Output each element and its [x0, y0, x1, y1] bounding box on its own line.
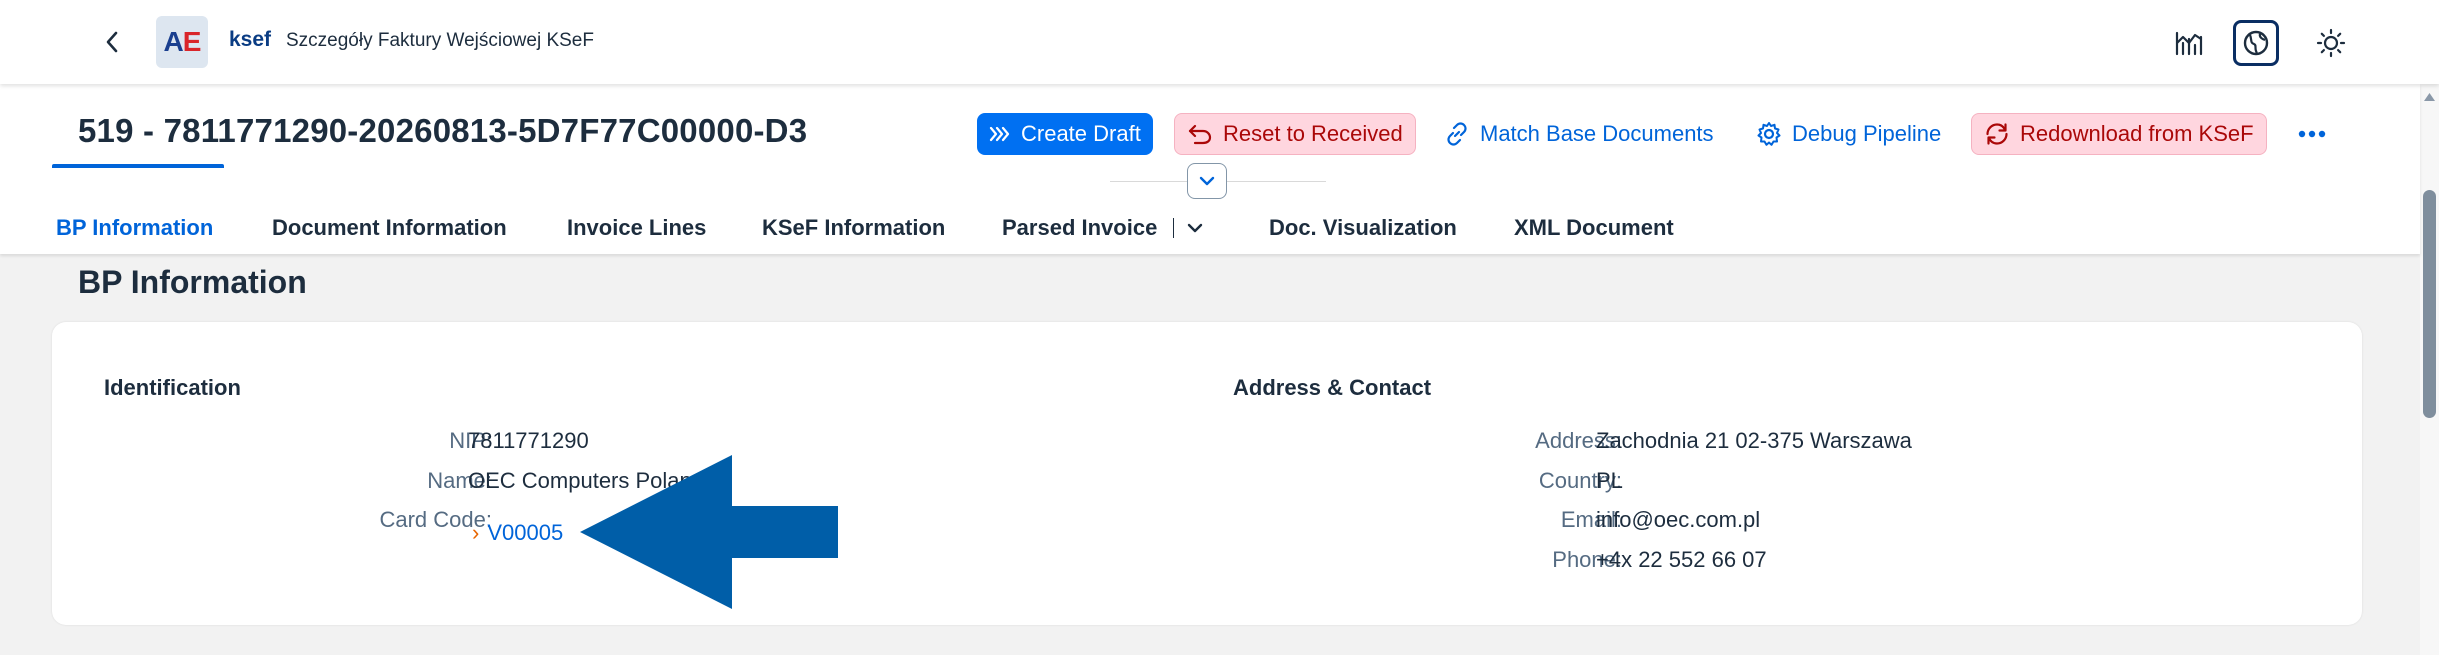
nip-value: 7811771290 — [468, 428, 589, 453]
chart-line-icon[interactable] — [2166, 20, 2212, 66]
identification-title: Identification — [104, 375, 241, 400]
sun-icon[interactable] — [2308, 20, 2354, 66]
tab-label: XML Document — [1514, 215, 1674, 240]
match-base-documents-label: Match Base Documents — [1480, 121, 1714, 146]
section-title: BP Information — [78, 264, 307, 300]
undo-icon — [1187, 123, 1213, 145]
tab-label: Invoice Lines — [567, 215, 707, 240]
chevron-down-icon — [1199, 176, 1215, 186]
bp-information-card: Identification NIP: 7811771290 Name: OEC… — [52, 322, 2362, 625]
create-draft-button[interactable]: Create Draft — [977, 113, 1153, 155]
address-contact-title: Address & Contact — [1233, 375, 1432, 400]
match-base-documents-button[interactable]: Match Base Documents — [1432, 113, 1726, 155]
refresh-icon — [1984, 121, 2010, 147]
tab-label: Document Information — [272, 215, 507, 240]
reset-to-received-label: Reset to Received — [1223, 121, 1403, 146]
globe-icon[interactable] — [2233, 20, 2279, 66]
tab-bar: BP Information Document Information Invo… — [0, 202, 1800, 254]
gear-icon — [1756, 121, 1782, 147]
double-chevron-right-icon — [989, 126, 1011, 142]
app-title: Szczegóły Faktury Wejściowej KSeF — [286, 30, 594, 51]
tab-label: Parsed Invoice — [1002, 215, 1158, 240]
country-value: PL — [1596, 468, 1623, 493]
tab-document-information[interactable]: Document Information — [272, 202, 507, 254]
tab-invoice-lines[interactable]: Invoice Lines — [567, 202, 706, 254]
reset-to-received-button[interactable]: Reset to Received — [1174, 113, 1416, 155]
active-tab-indicator — [52, 164, 224, 168]
tab-parsed-invoice[interactable]: Parsed Invoice — [1002, 202, 1204, 254]
shell-bar: AE ksef Szczegóły Faktury Wejściowej KSe… — [0, 0, 2439, 84]
scrollbar-thumb[interactable] — [2423, 190, 2436, 418]
object-page-header: 519 - 7811771290-20260813-5D7F77C00000-D… — [0, 84, 2420, 254]
logo-letter-e: E — [182, 26, 202, 57]
collapse-header-button[interactable] — [1187, 163, 1227, 199]
product-name[interactable]: ksef — [229, 28, 271, 52]
tab-label: BP Information — [56, 215, 214, 240]
email-value: info@oec.com.pl — [1596, 507, 1761, 532]
phone-value: +4x 22 552 66 07 — [1596, 547, 1767, 572]
redownload-from-ksef-label: Redownload from KSeF — [2020, 121, 2254, 146]
create-draft-label: Create Draft — [1021, 121, 1141, 146]
overflow-more-icon[interactable] — [2294, 118, 2330, 150]
address-value: Zachodnia 21 02-375 Warszawa — [1596, 428, 1912, 453]
tab-doc-visualization[interactable]: Doc. Visualization — [1269, 202, 1457, 254]
tab-bp-information[interactable]: BP Information — [56, 202, 213, 254]
chevron-left-icon — [106, 31, 118, 53]
back-button[interactable] — [92, 22, 132, 62]
logo-letter-a: A — [163, 26, 184, 57]
redownload-from-ksef-button[interactable]: Redownload from KSeF — [1971, 113, 2267, 155]
tab-xml-document[interactable]: XML Document — [1514, 202, 1674, 254]
tab-label: Doc. Visualization — [1269, 215, 1457, 240]
card-code-link[interactable]: › V00005 — [472, 520, 563, 546]
chevron-right-icon: › — [472, 520, 480, 545]
scroll-up-arrow-icon[interactable] — [2423, 90, 2436, 104]
debug-pipeline-button[interactable]: Debug Pipeline — [1744, 113, 1953, 155]
card-code-value: V00005 — [487, 520, 564, 545]
tab-label: KSeF Information — [762, 215, 946, 240]
annotation-arrow-icon — [580, 455, 838, 609]
debug-pipeline-label: Debug Pipeline — [1792, 121, 1942, 146]
page-title: 519 - 7811771290-20260813-5D7F77C00000-D… — [78, 112, 808, 149]
link-icon — [1444, 122, 1470, 146]
company-logo[interactable]: AE — [156, 16, 208, 68]
tab-separator — [1173, 218, 1175, 238]
tab-ksef-information[interactable]: KSeF Information — [762, 202, 945, 254]
chevron-down-icon[interactable] — [1186, 222, 1204, 234]
